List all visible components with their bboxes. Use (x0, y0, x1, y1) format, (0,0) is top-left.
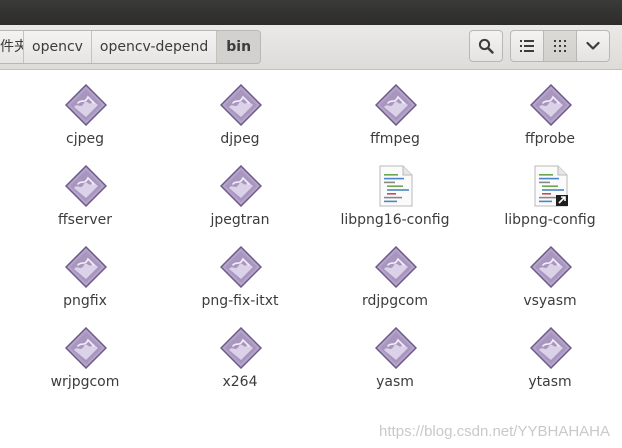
executable-file-icon (529, 83, 573, 127)
file-name-label: ffserver (58, 212, 112, 228)
file-item[interactable]: djpeg (165, 74, 315, 152)
file-item[interactable]: libpng-config (475, 155, 622, 233)
search-button[interactable] (469, 30, 503, 62)
executable-file-icon (219, 326, 263, 370)
file-item[interactable]: yasm (320, 317, 470, 395)
file-item[interactable]: jpegtran (165, 155, 315, 233)
executable-file-icon (374, 326, 418, 370)
grid-view-icon (554, 40, 566, 52)
list-view-icon (520, 40, 534, 52)
file-name-label: pngfix (63, 293, 107, 309)
file-name-label: cjpeg (66, 131, 104, 147)
file-item[interactable]: cjpeg (10, 74, 160, 152)
executable-file-icon (219, 83, 263, 127)
chevron-down-icon (586, 41, 600, 50)
file-item[interactable]: rdjpgcom (320, 236, 470, 314)
executable-file-icon (529, 245, 573, 289)
executable-file-icon (374, 245, 418, 289)
executable-file-icon (64, 326, 108, 370)
grid-view-button[interactable] (543, 30, 577, 62)
executable-file-icon (219, 245, 263, 289)
breadcrumb-item-bin[interactable]: bin (217, 31, 261, 63)
file-name-label: libpng-config (504, 212, 596, 228)
breadcrumb-item-opencv[interactable]: opencv (24, 31, 92, 63)
executable-file-icon (374, 83, 418, 127)
file-name-label: x264 (222, 374, 258, 390)
list-view-button[interactable] (510, 30, 544, 62)
window-titlebar (0, 0, 622, 25)
file-item[interactable]: png-fix-itxt (165, 236, 315, 314)
executable-file-icon (64, 164, 108, 208)
file-item[interactable]: ffserver (10, 155, 160, 233)
script-link-file-icon (530, 165, 572, 207)
file-name-label: jpegtran (210, 212, 270, 228)
file-name-label: rdjpgcom (362, 293, 428, 309)
breadcrumb: 件夹 opencv opencv-depend bin (0, 30, 262, 64)
file-name-label: wrjpgcom (50, 374, 120, 390)
view-options-button[interactable] (576, 30, 610, 62)
file-grid: cjpeg djpeg ffmpeg ffprobe ffserver jpegtran l… (0, 70, 622, 448)
watermark: https://blog.csdn.net/YYBHAHAHA (379, 423, 610, 440)
executable-file-icon (219, 164, 263, 208)
file-item[interactable]: ytasm (475, 317, 622, 395)
executable-file-icon (64, 83, 108, 127)
file-item[interactable]: ffmpeg (320, 74, 470, 152)
file-item[interactable]: pngfix (10, 236, 160, 314)
executable-file-icon (529, 326, 573, 370)
file-item[interactable]: ffprobe (475, 74, 622, 152)
file-item[interactable]: x264 (165, 317, 315, 395)
breadcrumb-item-parent[interactable]: 件夹 (0, 31, 24, 63)
file-name-label: vsyasm (523, 293, 577, 309)
file-name-label: yasm (376, 374, 414, 390)
breadcrumb-item-opencv-depend[interactable]: opencv-depend (92, 31, 218, 63)
file-name-label: png-fix-itxt (201, 293, 279, 309)
file-item[interactable]: vsyasm (475, 236, 622, 314)
file-name-label: djpeg (220, 131, 260, 147)
file-name-label: ffmpeg (370, 131, 420, 147)
file-item[interactable]: libpng16-config (320, 155, 470, 233)
search-icon (478, 38, 494, 54)
script-file-icon (375, 165, 417, 207)
header-toolbar: 件夹 opencv opencv-depend bin (0, 25, 622, 70)
file-name-label: ffprobe (524, 131, 576, 147)
file-name-label: libpng16-config (340, 212, 450, 228)
executable-file-icon (64, 245, 108, 289)
file-name-label: ytasm (528, 374, 572, 390)
file-item[interactable]: wrjpgcom (10, 317, 160, 395)
